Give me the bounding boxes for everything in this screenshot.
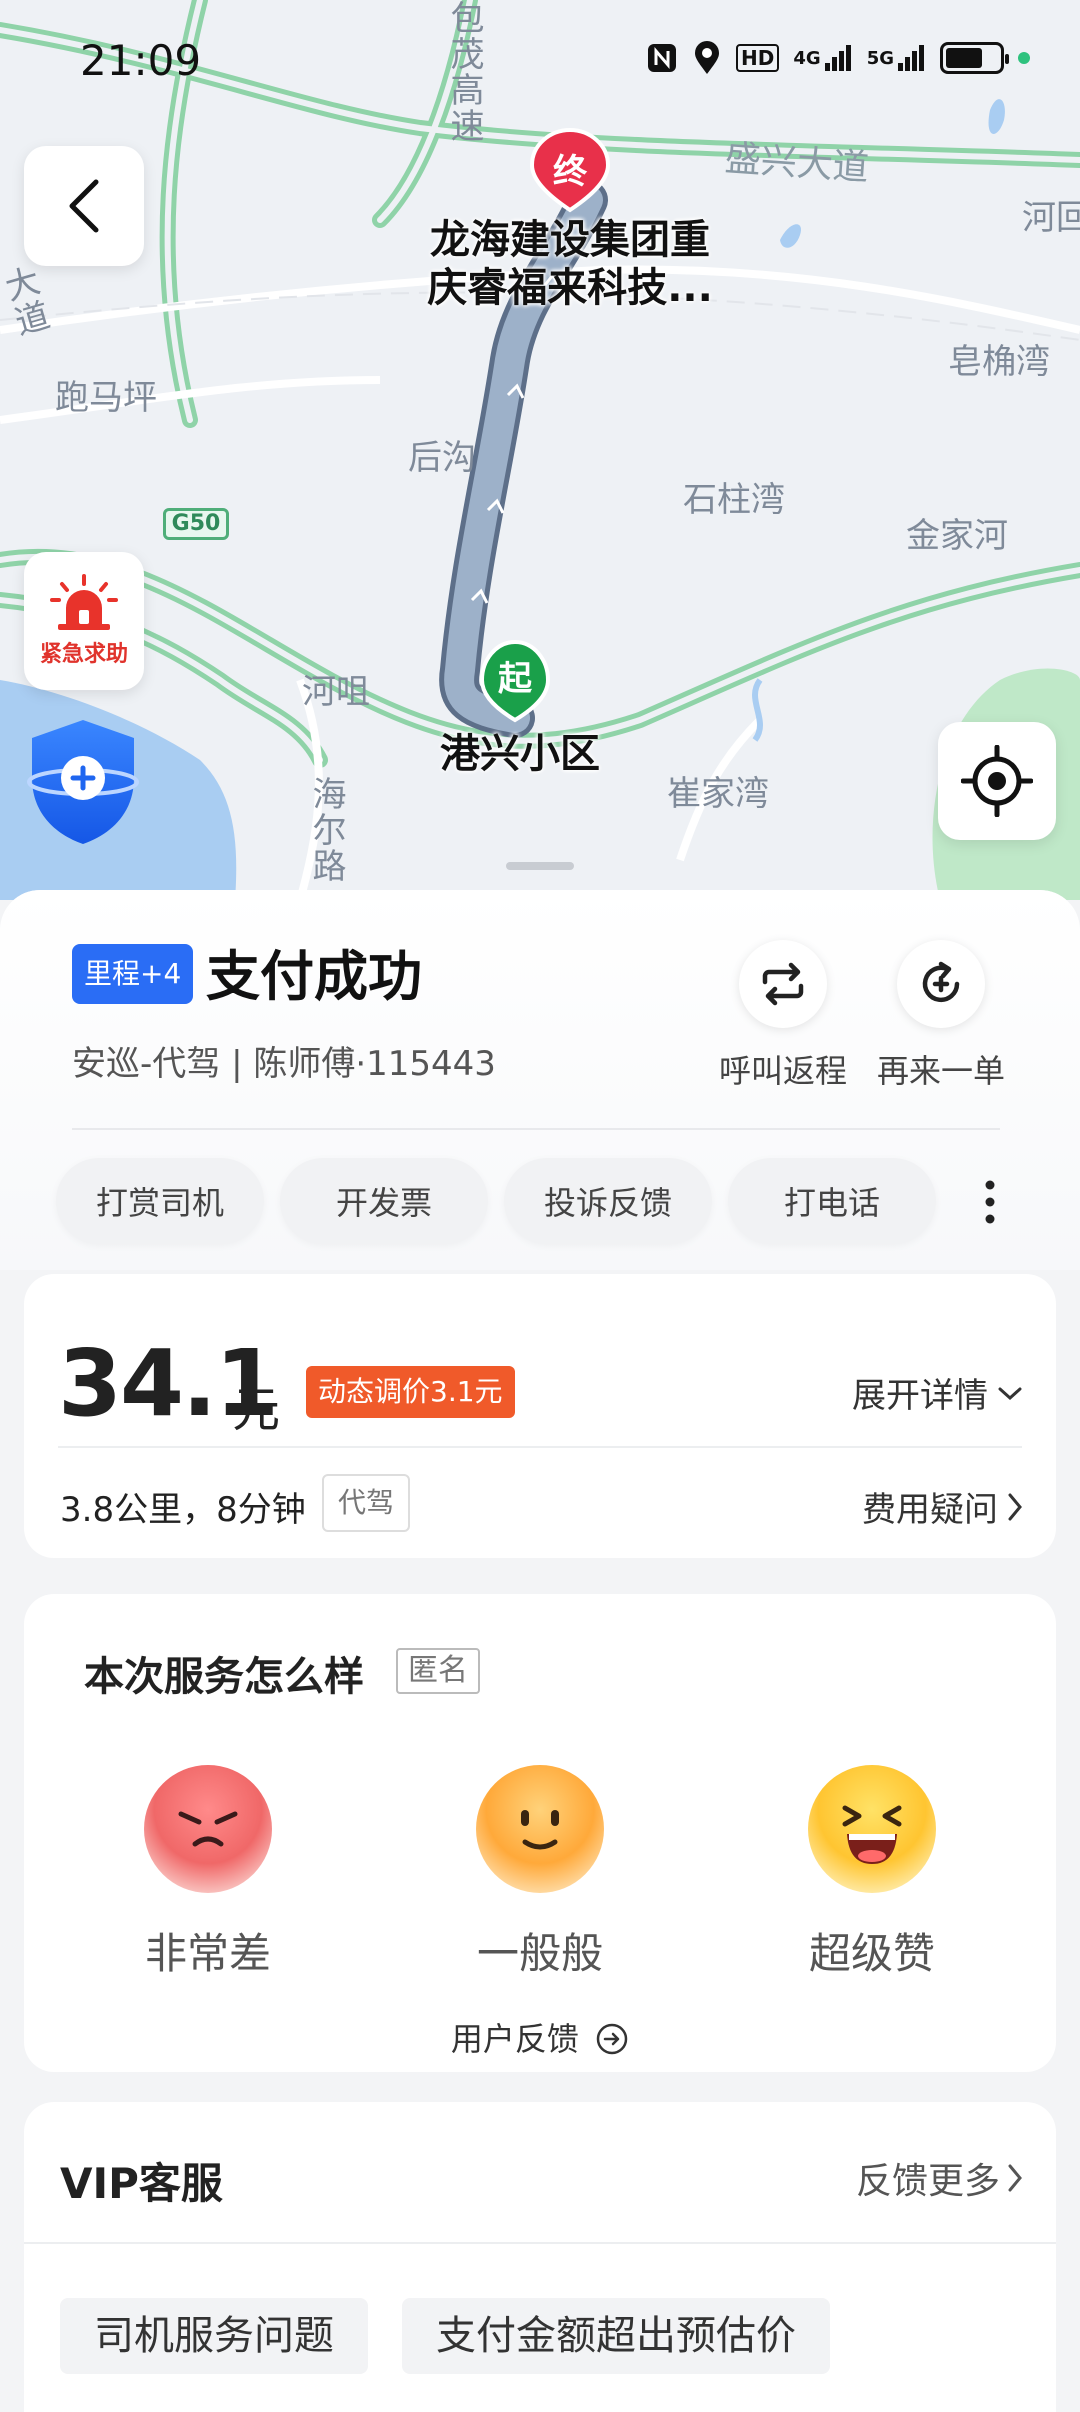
call-driver-button[interactable]: 打电话: [728, 1158, 936, 1244]
route-map[interactable]: 包茂高速 盛兴大道 河回 跑马坪 皂桷湾 后沟 石柱湾 金家河 河咀 崔家湾 海…: [0, 0, 1080, 900]
vip-more-feedback-button[interactable]: 反馈更多: [856, 2152, 1024, 2204]
signal-4g-icon: 4G: [793, 40, 852, 76]
map-label-zaojiaowan: 皂桷湾: [948, 342, 1050, 382]
rating-option-bad[interactable]: 非常差: [108, 1764, 308, 1981]
laughing-face-icon: [808, 1765, 936, 1893]
map-label-he-top: 河回: [1022, 198, 1080, 238]
vip-more-label: 反馈更多: [855, 2161, 1000, 2202]
chevron-down-icon: [998, 1387, 1022, 1400]
emergency-help-button[interactable]: 紧急求助: [24, 552, 144, 690]
service-type-tag: 代驾: [322, 1474, 411, 1532]
rating-option-bad-label: 非常差: [144, 1929, 271, 1978]
more-options-icon[interactable]: [980, 1177, 1000, 1227]
sheet-drag-handle[interactable]: [506, 862, 574, 870]
price-unit: 元: [232, 1382, 281, 1438]
status-icons: HD 4G 5G: [646, 40, 1030, 76]
fee-question-label: 费用疑问: [862, 1490, 998, 1530]
locate-me-button[interactable]: [938, 722, 1056, 840]
chevron-right-icon: [1008, 2164, 1022, 2192]
price-divider: [58, 1446, 1022, 1448]
map-label-shizhuwan: 石柱湾: [683, 480, 785, 520]
vip-question-overcharge[interactable]: 支付金额超出预估价: [402, 2298, 830, 2374]
vip-service-card: VIP客服 反馈更多 司机服务问题 支付金额超出预估价: [24, 2102, 1056, 2412]
location-icon: [692, 40, 722, 76]
g50-highway-badge: G50: [163, 508, 229, 540]
emergency-help-label: 紧急求助: [39, 642, 128, 667]
expand-details-label: 展开详情: [852, 1376, 988, 1416]
rating-option-great-label: 超级赞: [808, 1929, 935, 1978]
user-feedback-link[interactable]: 用户反馈: [24, 2014, 1056, 2060]
mileage-badge: 里程+4: [72, 944, 194, 1004]
safety-shield-button[interactable]: [24, 716, 142, 848]
fee-question-button[interactable]: 费用疑问: [862, 1482, 1024, 1531]
reorder-label: 再来一单: [876, 1052, 1005, 1090]
rating-option-great[interactable]: 超级赞: [772, 1764, 972, 1981]
rating-option-ok-label: 一般般: [476, 1929, 603, 1978]
start-marker-text: 起: [498, 659, 532, 699]
repeat-icon: [762, 962, 804, 1006]
map-label-hezui: 河咀: [302, 672, 370, 712]
arrow-circle-right-icon: [596, 2023, 628, 2055]
payment-status-title: 支付成功: [206, 945, 422, 1008]
map-label-haierlu: 海尔路: [306, 776, 346, 884]
invoice-button[interactable]: 开发票: [280, 1158, 488, 1244]
user-feedback-label: 用户反馈: [450, 2020, 579, 2058]
end-location-line1: 龙海建设集团重: [430, 217, 710, 263]
header-divider: [72, 1128, 1000, 1130]
start-location-label: 港兴小区: [440, 731, 600, 777]
call-return-trip-label: 呼叫返程: [718, 1052, 847, 1090]
vip-question-driver[interactable]: 司机服务问题: [60, 2298, 368, 2374]
refresh-plus-icon: [922, 961, 960, 1003]
reorder-button[interactable]: 再来一单: [856, 940, 1026, 1092]
reorder-icon-wrap: [897, 940, 985, 1028]
signal-5g-icon: 5G: [867, 40, 926, 76]
privacy-indicator-dot: [1018, 52, 1030, 64]
vip-title: VIP客服: [60, 2159, 223, 2208]
hd-icon: HD: [736, 40, 780, 76]
order-header: 里程+4 支付成功 安巡-代驾 | 陈师傅·115443 呼叫返程 再来一单 打…: [0, 890, 1080, 1270]
tip-driver-button[interactable]: 打赏司机: [56, 1158, 264, 1244]
map-label-paomaping: 跑马坪: [55, 378, 157, 418]
shield-icon: [27, 720, 139, 844]
map-label-hougou: 后沟: [408, 438, 476, 478]
neutral-smile-icon: [476, 1765, 604, 1893]
call-return-trip-button[interactable]: 呼叫返程: [698, 940, 868, 1092]
expand-details-button[interactable]: 展开详情: [852, 1368, 1024, 1417]
siren-icon: [50, 574, 118, 630]
price-card: 34.1 元 动态调价3.1元 展开详情 3.8公里，8分钟 代驾 费用疑问: [24, 1274, 1056, 1558]
driver-info: 安巡-代驾 | 陈师傅·115443: [72, 1044, 496, 1084]
rating-card: 本次服务怎么样 匿名 非常差 一般般 超级赞 用户反馈: [24, 1594, 1056, 2072]
rating-option-ok[interactable]: 一般般: [440, 1764, 640, 1981]
battery-icon: [940, 42, 1009, 74]
back-button[interactable]: [24, 146, 144, 266]
chevron-left-icon: [69, 179, 99, 233]
anonymous-tag: 匿名: [396, 1648, 480, 1694]
map-label-baomao: 包茂高速: [444, 0, 484, 144]
rating-title: 本次服务怎么样: [84, 1654, 364, 1700]
end-marker-text: 终: [553, 152, 587, 192]
end-location-label: 龙海建设集团重 庆睿福来科技...: [400, 216, 740, 312]
map-label-jinjiahe: 金家河: [906, 516, 1008, 556]
trip-distance-time: 3.8公里，8分钟: [60, 1490, 306, 1530]
status-time: 21:09: [80, 36, 202, 85]
end-location-line2: 庆睿福来科技...: [427, 265, 713, 311]
angry-face-icon: [144, 1765, 272, 1893]
crosshair-icon: [961, 745, 1033, 817]
dynamic-price-badge: 动态调价3.1元: [306, 1366, 515, 1418]
chevron-right-icon: [1008, 1493, 1022, 1520]
order-sheet: 里程+4 支付成功 安巡-代驾 | 陈师傅·115443 呼叫返程 再来一单 打…: [0, 890, 1080, 2412]
vip-divider: [24, 2242, 1056, 2244]
map-label-shengxing: 盛兴大道: [723, 138, 871, 189]
return-trip-icon-wrap: [739, 940, 827, 1028]
action-pills: 打赏司机 开发票 投诉反馈 打电话: [56, 1158, 936, 1244]
nfc-icon: [646, 40, 678, 76]
map-label-cuijiawan: 崔家湾: [667, 774, 769, 814]
complaint-button[interactable]: 投诉反馈: [504, 1158, 712, 1244]
